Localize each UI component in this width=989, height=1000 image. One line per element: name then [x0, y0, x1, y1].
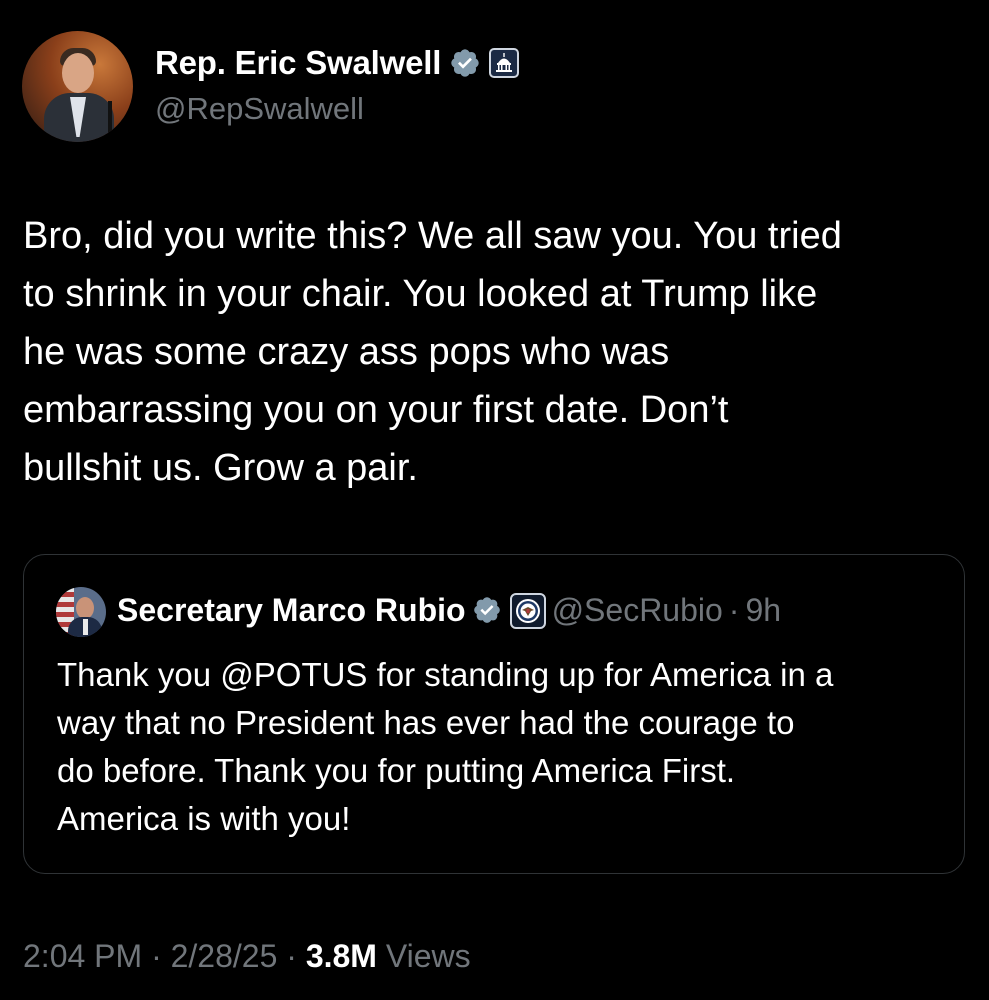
tweet-date[interactable]: 2/28/25 — [171, 938, 278, 974]
author-name-row: Rep. Eric Swalwell — [155, 44, 520, 82]
capitol-badge-icon[interactable] — [489, 48, 520, 78]
verified-check-icon[interactable] — [472, 595, 504, 627]
quoted-author-avatar[interactable] — [56, 587, 106, 637]
tweet-text: Bro, did you write this? We all saw you.… — [23, 207, 963, 497]
tweet: Rep. Eric Swalwell @RepSwalwell Bro, did… — [0, 0, 989, 1000]
views-label[interactable]: Views — [377, 938, 471, 974]
tweet-text-line: bullshit us. Grow a pair. — [23, 447, 418, 489]
quoted-header: Secretary Marco Rubio @SecRubio · 9h — [117, 592, 781, 629]
tweet-time[interactable]: 2:04 PM — [23, 938, 142, 974]
author-avatar[interactable] — [22, 31, 133, 142]
quoted-text-line: America is with you! — [57, 800, 351, 837]
verified-check-icon[interactable] — [449, 47, 481, 79]
quoted-timestamp[interactable]: 9h — [745, 592, 781, 629]
author-display-name[interactable]: Rep. Eric Swalwell — [155, 44, 441, 82]
tweet-text-line: embarrassing you on your first date. Don… — [23, 389, 729, 431]
views-count[interactable]: 3.8M — [306, 938, 377, 974]
quoted-tweet-text: Thank you @POTUS for standing up for Ame… — [57, 651, 957, 843]
author-handle[interactable]: @RepSwalwell — [155, 91, 364, 127]
quoted-display-name[interactable]: Secretary Marco Rubio — [117, 592, 466, 629]
state-department-seal-icon[interactable] — [509, 592, 546, 629]
quoted-tweet[interactable]: Secretary Marco Rubio @SecRubio · 9h Tha… — [23, 554, 965, 874]
tweet-text-line: he was some crazy ass pops who was — [23, 331, 670, 373]
quoted-handle[interactable]: @SecRubio — [552, 592, 723, 629]
quoted-text-line: Thank you @POTUS for standing up for Ame… — [57, 656, 834, 693]
tweet-text-line: to shrink in your chair. You looked at T… — [23, 273, 818, 315]
meta-separator: · — [277, 938, 306, 974]
meta-separator: · — [142, 938, 171, 974]
quoted-separator: · — [728, 592, 740, 628]
quoted-text-line: way that no President has ever had the c… — [57, 704, 795, 741]
quoted-text-line: do before. Thank you for putting America… — [57, 752, 736, 789]
tweet-text-line: Bro, did you write this? We all saw you.… — [23, 215, 842, 257]
tweet-meta: 2:04 PM · 2/28/25 · 3.8M Views — [23, 938, 471, 975]
